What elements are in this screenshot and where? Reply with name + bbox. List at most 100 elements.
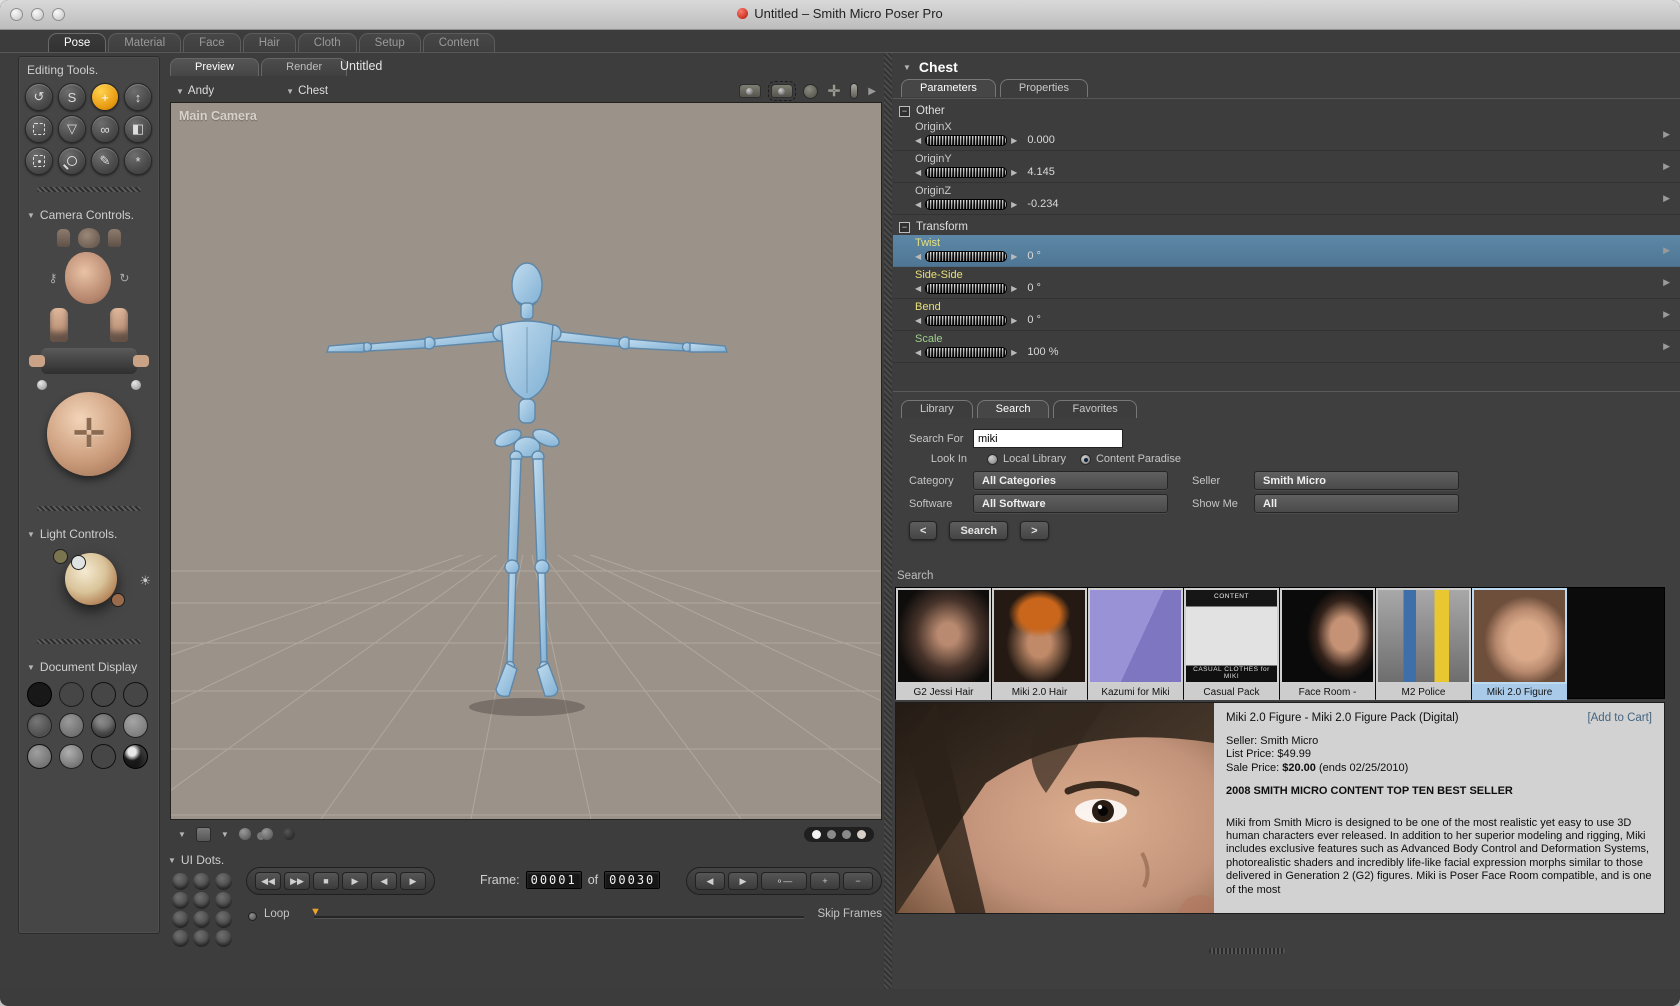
param-dial[interactable]: [925, 250, 1008, 262]
param-value[interactable]: -0.234: [1027, 198, 1058, 210]
step-back-button[interactable]: ◀: [371, 872, 397, 890]
dial-decrement-icon[interactable]: ◀: [915, 316, 921, 325]
camera-scale-ball[interactable]: [37, 380, 47, 390]
move-xy-hand-icon[interactable]: [110, 308, 128, 342]
last-frame-button[interactable]: ▶▶: [284, 872, 310, 890]
param-options-arrow-icon[interactable]: ▶: [1663, 341, 1670, 352]
depth-cue-menu-icon[interactable]: ▼: [178, 830, 186, 839]
doc-tab-render[interactable]: Render: [261, 58, 348, 76]
section-divider[interactable]: [37, 639, 141, 644]
tracking-menu-icon[interactable]: ▼: [221, 830, 229, 839]
tab-pose[interactable]: Pose: [48, 33, 107, 53]
color-tool-button[interactable]: ◧: [124, 115, 152, 143]
tab-hair[interactable]: Hair: [242, 33, 296, 53]
result-thumb-m2-police[interactable]: M2 Police: [1376, 588, 1471, 700]
result-thumb-kazumi-for-miki[interactable]: Kazumi for Miki: [1088, 588, 1183, 700]
ui-dot-9[interactable]: [214, 911, 232, 928]
document-display-header[interactable]: ▼ Document Display: [19, 654, 159, 678]
stop-button[interactable]: ■: [313, 872, 339, 890]
tab-content[interactable]: Content: [422, 33, 495, 53]
move-cross-icon[interactable]: ✛: [828, 82, 841, 100]
rotate-tool-button[interactable]: ↺: [25, 83, 53, 111]
dial-decrement-icon[interactable]: ◀: [915, 136, 921, 145]
param-tab-properties[interactable]: Properties: [999, 79, 1088, 97]
edit-keyframes-button[interactable]: ⚬―: [761, 872, 807, 890]
panel-expand-icon[interactable]: ▶: [868, 86, 876, 97]
content-paradise-option[interactable]: Content Paradise: [1096, 453, 1181, 465]
grouping-tool-button[interactable]: [25, 147, 53, 175]
rotate-camera-icon[interactable]: ↻: [119, 271, 129, 285]
camera-trackball[interactable]: ✛: [47, 392, 131, 476]
search-input[interactable]: [973, 429, 1123, 448]
view-magnifier-tool-button[interactable]: [58, 147, 86, 175]
ui-dot-10[interactable]: [172, 930, 189, 947]
ui-dot-4[interactable]: [172, 892, 189, 909]
ui-dot-1[interactable]: [172, 873, 189, 890]
light-controls-header[interactable]: ▼ Light Controls.: [19, 521, 159, 545]
param-options-arrow-icon[interactable]: ▶: [1663, 309, 1670, 320]
param-value[interactable]: 0.000: [1027, 134, 1055, 146]
tab-cloth[interactable]: Cloth: [297, 33, 357, 53]
dial-increment-icon[interactable]: ▶: [1011, 136, 1017, 145]
display-style-cartoon-with-line[interactable]: [27, 744, 52, 769]
tab-material[interactable]: Material: [108, 33, 182, 53]
add-keyframe-button[interactable]: +: [810, 872, 840, 890]
total-frames-field[interactable]: 00030: [604, 871, 661, 889]
3d-viewport[interactable]: Main Camera: [170, 102, 882, 820]
display-style-silhouette[interactable]: [27, 682, 52, 707]
dial-increment-icon[interactable]: ▶: [1011, 348, 1017, 357]
timeline-track[interactable]: [314, 916, 804, 918]
result-thumb-g2-jessi-hair[interactable]: G2 Jessi Hair: [896, 588, 991, 700]
style-dot-2[interactable]: [827, 829, 836, 839]
skip-frames-label[interactable]: Skip Frames: [817, 908, 882, 920]
dial-decrement-icon[interactable]: ◀: [915, 348, 921, 357]
param-tab-parameters[interactable]: Parameters: [901, 79, 996, 97]
category-dropdown[interactable]: All Categories: [973, 471, 1168, 490]
shadow-ball-icon[interactable]: [282, 828, 295, 840]
dial-decrement-icon[interactable]: ◀: [915, 252, 921, 261]
dial-increment-icon[interactable]: ▶: [1011, 316, 1017, 325]
add-to-cart-link[interactable]: [Add to Cart]: [1587, 711, 1652, 725]
ui-dot-12[interactable]: [214, 930, 232, 947]
show-me-dropdown[interactable]: All: [1254, 494, 1459, 513]
dial-increment-icon[interactable]: ▶: [1011, 284, 1017, 293]
flyaround-right-hand-icon[interactable]: [108, 229, 121, 247]
param-row-twist[interactable]: Twist ◀ ▶ 0 ° ▶: [893, 235, 1680, 267]
play-button[interactable]: ▶: [342, 872, 368, 890]
content-paradise-radio[interactable]: [1079, 453, 1091, 465]
flyaround-left-hand-icon[interactable]: [57, 229, 70, 247]
camera-name-label[interactable]: Main Camera: [179, 109, 257, 123]
display-style-outline[interactable]: [59, 682, 84, 707]
param-dial[interactable]: [925, 198, 1008, 210]
param-row-originz[interactable]: OriginZ ◀ ▶ -0.234 ▶: [893, 183, 1680, 215]
display-style-texture-shaded[interactable]: [123, 744, 148, 769]
param-dial[interactable]: [925, 166, 1008, 178]
camera-focal-ball[interactable]: [131, 380, 141, 390]
morphing-tool-button[interactable]: ✎: [91, 147, 119, 175]
collapse-box-icon[interactable]: −: [899, 105, 910, 117]
next-page-button[interactable]: >: [1020, 521, 1049, 540]
ui-dot-6[interactable]: [214, 892, 232, 909]
result-thumb-face-room[interactable]: Face Room -: [1280, 588, 1375, 700]
current-frame-field[interactable]: 00001: [525, 871, 582, 889]
result-thumb-miki-2-0-hair[interactable]: Miki 2.0 Hair: [992, 588, 1087, 700]
ui-dot-5[interactable]: [193, 892, 211, 909]
library-tab-favorites[interactable]: Favorites: [1053, 400, 1137, 418]
dial-decrement-icon[interactable]: ◀: [915, 200, 921, 209]
display-style-smooth-lined[interactable]: [91, 744, 116, 769]
tab-face[interactable]: Face: [183, 33, 241, 53]
flyaround-head-icon[interactable]: [78, 228, 100, 248]
create-light-icon[interactable]: ☀: [139, 573, 151, 589]
translate-in-out-tool-button[interactable]: ↕: [124, 83, 152, 111]
multi-ball-icon[interactable]: [260, 828, 273, 840]
camera-select-icon[interactable]: [767, 81, 796, 101]
move-yz-hand-icon[interactable]: [50, 308, 68, 342]
step-forward-button[interactable]: ▶: [400, 872, 426, 890]
param-dial[interactable]: [925, 282, 1008, 294]
taper-tool-button[interactable]: ▽: [58, 115, 86, 143]
bodypart-menu[interactable]: ▼ Chest: [280, 85, 334, 97]
style-dot-1[interactable]: [812, 829, 821, 839]
camera-dolly-bar[interactable]: [29, 348, 149, 374]
search-button[interactable]: Search: [949, 521, 1009, 540]
display-style-flat-lined[interactable]: [91, 713, 116, 738]
